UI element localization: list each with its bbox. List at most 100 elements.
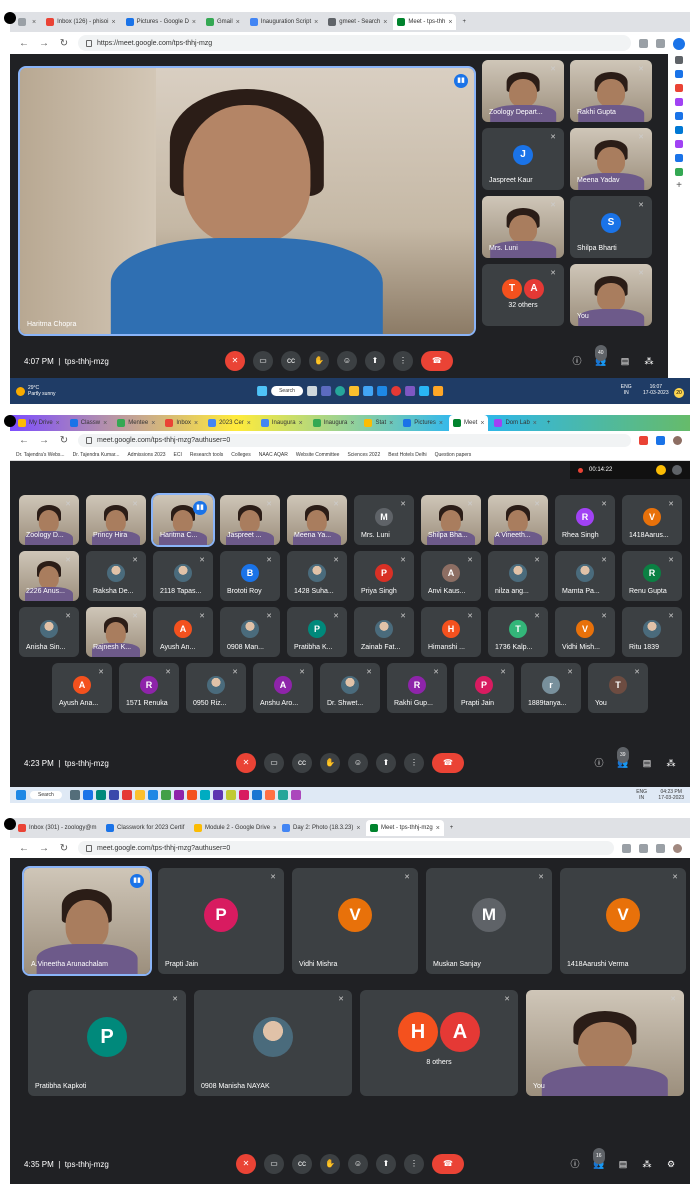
app-icon[interactable] bbox=[264, 790, 275, 800]
tab-close-icon[interactable]: × bbox=[533, 420, 537, 427]
activities-icon[interactable]: ⁂ bbox=[664, 756, 678, 770]
participant-tile[interactable]: ✕ Meena Yadav bbox=[570, 128, 652, 190]
notification-badge[interactable]: 20 bbox=[674, 388, 684, 398]
participant-tile[interactable]: T ✕ You bbox=[588, 663, 648, 713]
tab-close-icon[interactable]: × bbox=[194, 420, 198, 427]
browser-tab[interactable]: Dom Lab × bbox=[490, 415, 540, 431]
raise-hand-icon[interactable]: ✋ bbox=[320, 753, 340, 773]
browser-tab[interactable]: 2023 Cer × bbox=[204, 415, 255, 431]
tag-icon[interactable] bbox=[675, 70, 683, 78]
captions-icon[interactable]: cc bbox=[292, 1154, 312, 1174]
participant-tile[interactable]: ✕ Rajnesh K... bbox=[86, 607, 146, 657]
task-view-icon[interactable] bbox=[306, 386, 317, 396]
browser-tab[interactable]: Day 2: Photo (18.3.23) × bbox=[278, 820, 364, 836]
bookmark-item[interactable]: Colleges bbox=[231, 452, 250, 458]
participant-tile[interactable]: T A ✕ 32 others bbox=[482, 264, 564, 326]
games-icon[interactable] bbox=[675, 98, 683, 106]
info-icon[interactable]: ⓘ bbox=[570, 354, 584, 368]
participant-tile[interactable]: A ✕ Ayush An... bbox=[153, 607, 213, 657]
tab-close-icon[interactable]: × bbox=[389, 420, 393, 427]
address-field[interactable]: meet.google.com/tps-thhj-mzg?authuser=0 bbox=[78, 433, 631, 447]
browser-tab[interactable]: Inbox × bbox=[161, 415, 202, 431]
tab-close-icon[interactable]: × bbox=[480, 420, 484, 427]
participant-tile[interactable]: J ✕ Jaspreet Kaur bbox=[482, 128, 564, 190]
info-icon[interactable]: ⓘ bbox=[568, 1157, 582, 1171]
tab-close-icon[interactable]: × bbox=[356, 825, 360, 832]
people-icon[interactable]: 👥 16 bbox=[592, 1148, 606, 1171]
browser-tab[interactable]: Inaugura × bbox=[309, 415, 359, 431]
share-icon[interactable] bbox=[639, 843, 648, 853]
address-field[interactable]: https://meet.google.com/tps-thhj-mzg bbox=[78, 35, 631, 51]
host-controls-icon[interactable]: ⚙ bbox=[664, 1157, 678, 1171]
app-icon[interactable] bbox=[277, 790, 288, 800]
end-call-button[interactable]: ☎ bbox=[432, 753, 464, 773]
participant-tile[interactable]: R ✕ Renu Gupta bbox=[622, 551, 682, 601]
tab-close-icon[interactable]: × bbox=[383, 19, 387, 26]
app-icon[interactable] bbox=[251, 790, 262, 800]
chat-icon[interactable]: ▤ bbox=[618, 354, 632, 368]
office-icon[interactable] bbox=[675, 112, 683, 120]
participant-tile[interactable]: H ✕ Himanshi ... bbox=[421, 607, 481, 657]
participant-tile[interactable]: P ✕ Pratibha Kapkoti bbox=[28, 990, 186, 1096]
emoji-icon[interactable]: ☺ bbox=[337, 351, 357, 371]
back-icon[interactable]: ← bbox=[18, 843, 30, 854]
taskbar-search[interactable]: Search bbox=[271, 386, 303, 396]
tab-close-icon[interactable]: × bbox=[247, 420, 251, 427]
participant-tile[interactable]: ▮▮ Haritma C... bbox=[151, 493, 215, 547]
participant-tile[interactable]: ✕ 2118 Tapas... bbox=[153, 551, 213, 601]
participant-tile[interactable]: S ✕ Shilpa Bharti bbox=[570, 196, 652, 258]
new-tab-button[interactable]: + bbox=[446, 820, 458, 836]
app-icon[interactable] bbox=[290, 790, 301, 800]
participant-tile[interactable]: A ✕ Anvi Kaus... bbox=[421, 551, 481, 601]
participant-tile[interactable]: ✕ Ritu 1839 bbox=[622, 607, 682, 657]
bookmark-item[interactable]: Website Committee bbox=[296, 452, 340, 458]
bookmark-item[interactable]: Question papers bbox=[435, 452, 472, 458]
favorites-icon[interactable] bbox=[656, 38, 665, 48]
search-icon[interactable] bbox=[675, 56, 683, 64]
participant-tile[interactable]: ✕ You bbox=[570, 264, 652, 326]
participant-tile[interactable]: ✕ A Vineeth... bbox=[488, 495, 548, 545]
chat-icon[interactable]: ▤ bbox=[616, 1157, 630, 1171]
profile-icon[interactable] bbox=[673, 843, 682, 853]
tab-close-icon[interactable]: × bbox=[314, 19, 318, 26]
more-options-icon[interactable]: ⋮ bbox=[404, 1154, 424, 1174]
app3-icon[interactable] bbox=[432, 386, 443, 396]
tab-close-icon[interactable]: × bbox=[448, 19, 452, 26]
outlook-icon[interactable] bbox=[675, 126, 683, 134]
activities-icon[interactable]: ⁂ bbox=[640, 1157, 654, 1171]
browser-tab[interactable]: Module 2 - Google Drive × bbox=[190, 820, 276, 836]
camera-icon[interactable]: ▭ bbox=[264, 1154, 284, 1174]
address-field[interactable]: meet.google.com/tps-thhj-mzg?authuser=0 bbox=[78, 841, 614, 855]
app-icon[interactable] bbox=[121, 790, 132, 800]
participant-tile[interactable]: ✕ 0908 Man... bbox=[220, 607, 280, 657]
participant-tile[interactable]: A ✕ Anshu Aro... bbox=[253, 663, 313, 713]
mic-off-icon[interactable]: ✕ bbox=[225, 351, 245, 371]
participant-tile[interactable]: ✕ Zoology D... bbox=[19, 495, 79, 545]
tab-close-icon[interactable]: × bbox=[299, 420, 303, 427]
bookmark-item[interactable]: Admissions 2023 bbox=[127, 452, 165, 458]
profile-icon[interactable] bbox=[673, 435, 682, 445]
browser-tab[interactable]: My Drive × bbox=[14, 415, 64, 431]
tab-close-icon[interactable]: × bbox=[99, 825, 100, 832]
participant-tile[interactable]: M ✕ Muskan Sanjay bbox=[426, 868, 552, 974]
taskbar-search[interactable]: Search bbox=[30, 791, 62, 799]
participant-tile[interactable]: H A ✕ 8 others bbox=[360, 990, 518, 1096]
bookmark-item[interactable]: ECI bbox=[174, 452, 182, 458]
participant-tile[interactable]: ✕ You bbox=[526, 990, 684, 1096]
app-icon[interactable] bbox=[160, 790, 171, 800]
browser-tab[interactable]: Classwork for 2023 Certif× bbox=[102, 820, 188, 836]
browser-tab[interactable]: Pictures × bbox=[399, 415, 447, 431]
tab-close-icon[interactable]: × bbox=[103, 420, 107, 427]
participant-tile[interactable]: ✕ Zoology Depart... bbox=[482, 60, 564, 122]
bookmark-item[interactable]: Best Hotels Delhi bbox=[388, 452, 426, 458]
participant-tile[interactable]: ✕ 0950 Riz... bbox=[186, 663, 246, 713]
designer-icon[interactable] bbox=[675, 140, 683, 148]
emoji-icon[interactable]: ☺ bbox=[348, 1154, 368, 1174]
new-tab-button[interactable]: + bbox=[458, 14, 470, 30]
windows-start-icon[interactable] bbox=[16, 790, 26, 800]
browser-tab[interactable]: Gmail × bbox=[202, 14, 244, 30]
browser-tab[interactable]: Pictures - Google D × bbox=[122, 14, 200, 30]
tab-close-icon[interactable]: × bbox=[187, 825, 188, 832]
app-icon[interactable] bbox=[238, 790, 249, 800]
app-icon[interactable] bbox=[147, 790, 158, 800]
